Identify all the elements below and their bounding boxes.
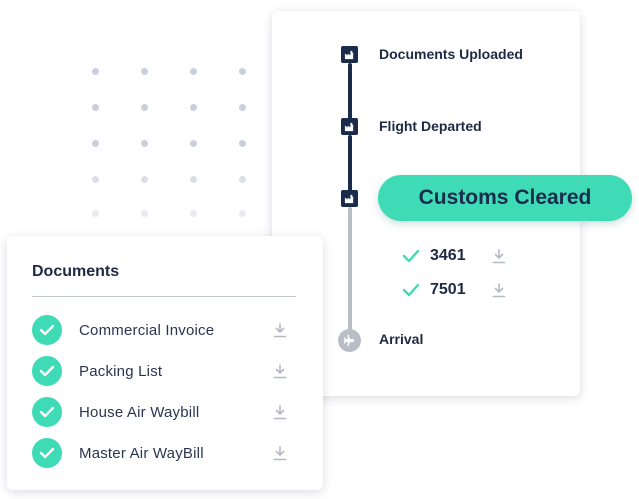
divider <box>32 296 296 297</box>
reference-number: 3461 <box>430 247 466 264</box>
document-label: House Air Waybill <box>79 403 200 421</box>
document-item: Master Air WayBill <box>32 438 287 468</box>
documents-card: Documents Commercial Invoice Packing Lis… <box>7 236 323 490</box>
document-label: Master Air WayBill <box>79 444 204 462</box>
reference-row: 3461 <box>402 246 506 266</box>
timeline-step-label: Arrival <box>379 331 424 347</box>
reference-row: 7501 <box>402 280 506 300</box>
document-label: Commercial Invoice <box>79 321 215 339</box>
building-icon <box>341 46 358 63</box>
timeline-step-label: Flight Departed <box>379 118 482 134</box>
document-item: Commercial Invoice <box>32 315 287 345</box>
download-icon[interactable] <box>492 282 506 298</box>
building-icon <box>341 190 358 207</box>
download-icon[interactable] <box>273 363 287 379</box>
document-item: House Air Waybill <box>32 397 287 427</box>
check-circle-icon <box>32 438 62 468</box>
reference-number: 7501 <box>430 281 466 298</box>
check-circle-icon <box>32 356 62 386</box>
timeline-step-label: Documents Uploaded <box>379 46 523 62</box>
download-icon[interactable] <box>273 322 287 338</box>
check-circle-icon <box>32 315 62 345</box>
timeline-connector <box>348 135 352 193</box>
check-circle-icon <box>32 397 62 427</box>
document-label: Packing List <box>79 362 163 380</box>
timeline-connector <box>348 63 352 121</box>
current-status-badge: Customs Cleared <box>378 175 632 221</box>
download-icon[interactable] <box>492 248 506 264</box>
timeline-connector-pending <box>348 207 352 331</box>
airplane-icon <box>338 329 361 352</box>
stage: Documents Uploaded Flight Departed 3461 <box>0 0 639 499</box>
document-item: Packing List <box>32 356 287 386</box>
building-icon <box>341 118 358 135</box>
check-icon <box>402 283 420 297</box>
dot-grid-decoration <box>92 68 252 218</box>
download-icon[interactable] <box>273 404 287 420</box>
documents-title: Documents <box>32 263 120 280</box>
check-icon <box>402 249 420 263</box>
download-icon[interactable] <box>273 445 287 461</box>
